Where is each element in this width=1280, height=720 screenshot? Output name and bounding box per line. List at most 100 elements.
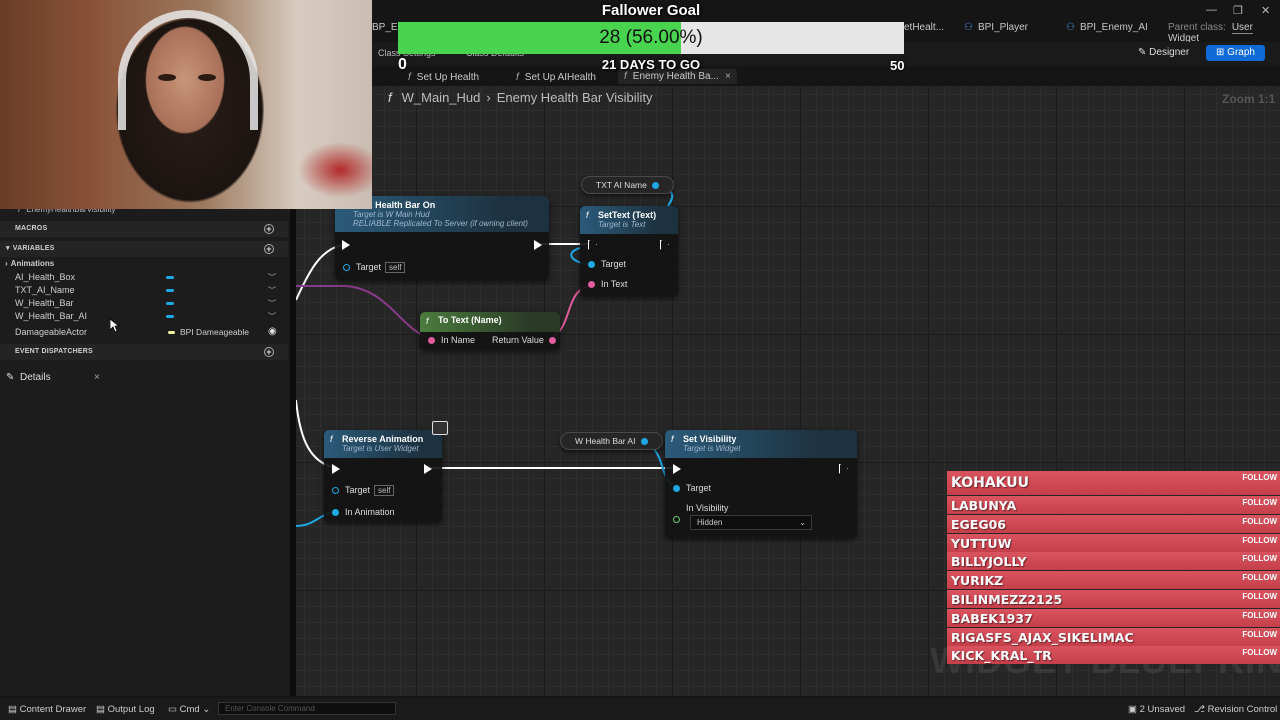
save-icon: ▣ — [1128, 704, 1140, 715]
drawer-icon: ▤ — [8, 704, 20, 715]
details-tab[interactable]: ✎ Details × — [0, 370, 110, 386]
visibility-eye-icon[interactable]: ︶ — [268, 311, 276, 322]
function-icon: f — [671, 434, 674, 444]
follower-row: KOHAKUU FOLLOW — [947, 471, 1280, 495]
variable-type-label: BPI Dameageable — [180, 327, 249, 337]
exec-in-pin[interactable] — [588, 239, 597, 250]
follow-label: FOLLOW — [1242, 498, 1277, 507]
follow-label: FOLLOW — [1242, 516, 1277, 526]
in-visibility-pin[interactable] — [673, 514, 686, 524]
variable-type-pill — [166, 276, 174, 279]
exec-out-pin[interactable] — [534, 239, 542, 250]
follower-row: YURIKZ FOLLOW — [947, 571, 1280, 590]
node-to-text[interactable]: f To Text (Name) In Name Return Value — [420, 312, 560, 350]
exec-in-pin[interactable] — [673, 463, 681, 474]
animations-category[interactable]: › Animations — [5, 259, 54, 268]
variable-txt-ai-name[interactable]: TXT_AI_Name — [15, 285, 75, 295]
follower-name: BILINMEZZ2125 — [951, 592, 1063, 607]
visibility-eye-icon[interactable]: ︶ — [268, 285, 276, 296]
terminal-icon: ▭ — [168, 704, 180, 715]
follower-name: EGEG06 — [951, 516, 1006, 532]
follower-name: KICK_KRAL_TR — [951, 648, 1052, 664]
target-pin[interactable]: Target self — [332, 485, 395, 496]
follow-label: FOLLOW — [1242, 610, 1277, 620]
add-macro-icon[interactable]: + — [264, 224, 274, 234]
follower-name: LABUNYA — [951, 498, 1017, 513]
close-tab-icon[interactable]: × — [94, 370, 100, 386]
console-input[interactable]: Enter Console Command — [218, 702, 396, 715]
add-event-dispatcher-icon[interactable]: + — [264, 347, 274, 357]
in-name-pin[interactable]: In Name — [428, 335, 475, 345]
follower-row: KICK_KRAL_TR FOLLOW — [947, 646, 1280, 665]
exec-out-pin[interactable] — [839, 463, 848, 474]
follow-label: FOLLOW — [1242, 535, 1277, 545]
exec-out-pin[interactable] — [424, 463, 432, 474]
headphones — [118, 10, 258, 130]
follower-row: LABUNYA FOLLOW — [947, 496, 1280, 514]
exec-in-pin[interactable] — [342, 239, 350, 250]
follow-label: FOLLOW — [1242, 629, 1277, 639]
visibility-eye-icon[interactable]: ︶ — [268, 272, 276, 283]
visibility-dropdown[interactable]: Hidden ⌄ — [690, 515, 812, 530]
chevron-down-icon: ⌄ — [799, 518, 806, 527]
variable-type-pill — [166, 302, 174, 305]
follower-row: RIGASFS_AJAX_SIKELIMAC FOLLOW — [947, 627, 1280, 646]
variable-w-health-bar[interactable]: W_Health_Bar — [15, 298, 74, 308]
follow-label: FOLLOW — [1242, 648, 1277, 658]
variables-section-header[interactable]: ▾ VARIABLES + — [0, 241, 288, 257]
variable-type-pill — [168, 331, 175, 334]
follower-row: BABEK1937 FOLLOW — [947, 608, 1280, 627]
collapse-arrow-icon: ▾ — [6, 245, 10, 252]
content-drawer-button[interactable]: ▤ Content Drawer — [8, 704, 86, 715]
node-reverse-animation[interactable]: f Reverse Animation Target is User Widge… — [324, 430, 442, 522]
variable-w-health-bar-ai[interactable]: W_Health_Bar_AI — [15, 311, 87, 321]
target-pin[interactable]: Target — [588, 259, 626, 269]
target-pin[interactable]: Target self — [343, 262, 406, 273]
exec-in-pin[interactable] — [332, 463, 340, 474]
node-set-visibility[interactable]: f Set Visibility Target is Widget Target… — [665, 430, 857, 538]
expand-arrow-icon: › — [5, 259, 8, 268]
follower-row: BILINMEZZ2125 FOLLOW — [947, 590, 1280, 608]
goal-days-left: 21 DAYS TO GO — [601, 57, 701, 72]
function-icon: f — [586, 210, 589, 220]
revision-control-button[interactable]: ⎇ Revision Control — [1194, 704, 1277, 715]
var-node-w-health-bar-ai[interactable]: W Health Bar AI — [560, 432, 663, 450]
chevron-down-icon: ⌄ — [199, 704, 211, 715]
goal-max: 50 — [890, 58, 905, 73]
webcam-feed — [0, 0, 372, 209]
function-icon: f — [330, 434, 333, 444]
panel-splitter[interactable] — [290, 209, 296, 696]
follower-row: EGEG06 FOLLOW — [947, 514, 1280, 533]
follower-name: RIGASFS_AJAX_SIKELIMAC — [951, 629, 1134, 645]
macros-section-header[interactable]: MACROS + — [0, 221, 288, 237]
mouse-cursor-icon — [110, 319, 120, 333]
function-icon: f — [426, 316, 429, 326]
var-node-txt-ai-name[interactable]: TXT AI Name — [581, 176, 675, 194]
variable-ai-health-box[interactable]: AI_Health_Box — [15, 272, 75, 282]
comment-bubble-icon[interactable] — [432, 421, 448, 435]
follower-name: BILLYJOLLY — [951, 554, 1027, 570]
follower-name: KOHAKUU — [951, 475, 1030, 491]
add-variable-icon[interactable]: + — [264, 244, 274, 254]
output-log-button[interactable]: ▤ Output Log — [96, 704, 155, 715]
in-animation-pin[interactable]: In Animation — [332, 507, 395, 517]
visibility-eye-icon[interactable]: ◉ — [268, 326, 277, 337]
event-dispatchers-section-header[interactable]: EVENT DISPATCHERS + — [0, 344, 288, 360]
follow-label: FOLLOW — [1242, 573, 1277, 583]
follower-name: BABEK1937 — [951, 610, 1033, 626]
unsaved-indicator[interactable]: ▣ 2 Unsaved — [1128, 704, 1185, 715]
text-wire — [296, 285, 433, 340]
follow-label: FOLLOW — [1242, 592, 1277, 601]
variable-damageable-actor[interactable]: DamageableActor — [15, 327, 87, 337]
cmd-dropdown[interactable]: ▭ Cmd ⌄ — [168, 704, 210, 715]
follower-row: BILLYJOLLY FOLLOW — [947, 552, 1280, 571]
exec-out-pin[interactable] — [660, 239, 669, 250]
return-value-pin[interactable]: Return Value — [492, 335, 556, 345]
visibility-eye-icon[interactable]: ︶ — [268, 298, 276, 309]
node-set-text[interactable]: f SetText (Text) Target is Text Target I… — [580, 206, 678, 296]
in-text-pin[interactable]: In Text — [588, 279, 627, 289]
target-pin[interactable]: Target — [673, 483, 711, 493]
my-blueprint-panel — [0, 209, 290, 696]
variable-type-pill — [166, 289, 174, 292]
variable-type-pill — [166, 315, 174, 318]
